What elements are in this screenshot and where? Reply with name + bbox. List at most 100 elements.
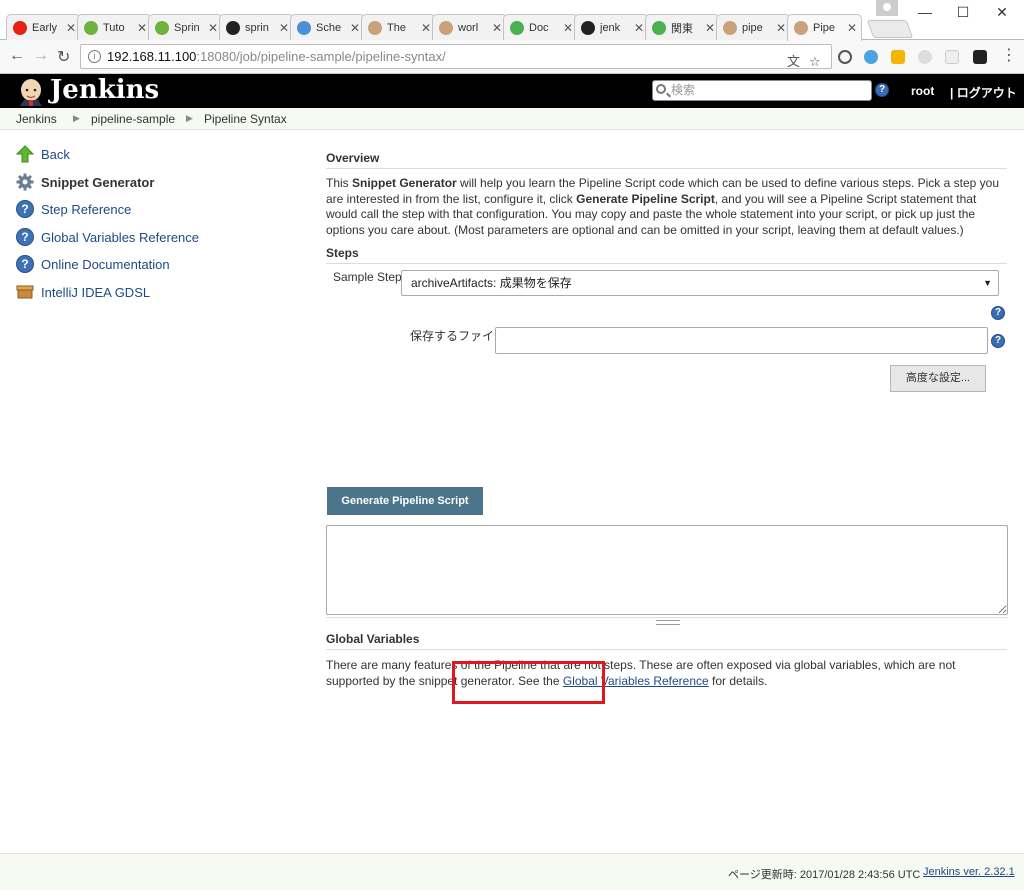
user-link[interactable]: root: [911, 84, 934, 98]
extension-sync-icon[interactable]: [838, 50, 852, 64]
dropdown-caret-icon: ▼: [983, 278, 992, 288]
browser-tabstrip: Early ✕ Tuto ✕ Sprin ✕ sprin ✕ Sche ✕ The ✕ worl ✕ Doc…: [0, 0, 1024, 41]
browser-tab[interactable]: pipe ✕: [716, 14, 791, 40]
resize-handle[interactable]: [326, 617, 1008, 625]
tab-close-icon[interactable]: ✕: [279, 21, 289, 35]
tab-label: Pipe: [813, 22, 836, 34]
help-icon[interactable]: ?: [991, 334, 1005, 348]
sidebar-item-online-documentation[interactable]: ? Online Documentation: [16, 254, 170, 274]
tab-label: Sprin: [174, 21, 200, 34]
browser-tab[interactable]: Doc ✕: [503, 14, 578, 40]
advanced-button[interactable]: 高度な設定...: [890, 365, 986, 392]
tab-close-icon[interactable]: ✕: [847, 21, 857, 35]
browser-tab[interactable]: worl ✕: [432, 14, 507, 40]
page-footer: ページ更新時: 2017/01/28 2:43:56 UTC Jenkins v…: [0, 853, 1024, 890]
browser-tab[interactable]: Early ✕: [6, 14, 81, 40]
extension-w-icon[interactable]: [891, 50, 905, 64]
profile-icon[interactable]: [876, 0, 898, 16]
address-bar[interactable]: i 192.168.11.100:18080/job/pipeline-samp…: [80, 44, 832, 69]
artifacts-input[interactable]: [495, 327, 988, 354]
steps-heading: Steps: [326, 246, 1007, 264]
browser-toolbar: ← → ↻ i 192.168.11.100:18080/job/pipelin…: [0, 40, 1024, 74]
tab-label: Early: [32, 21, 58, 34]
help-icon[interactable]: ?: [991, 306, 1005, 320]
tab-label: Sche: [316, 21, 342, 34]
overview-bold-snippet: Snippet Generator: [352, 176, 457, 190]
sidebar-item-label: Step Reference: [41, 201, 132, 217]
sidebar-item-back[interactable]: Back: [16, 144, 70, 164]
jenkins-header: Jenkins 検索: [0, 74, 1024, 108]
breadcrumb-jenkins[interactable]: Jenkins: [16, 112, 57, 126]
close-window-icon[interactable]: ✕: [992, 4, 1012, 21]
generate-pipeline-script-button[interactable]: Generate Pipeline Script: [327, 487, 483, 515]
back-arrow-icon[interactable]: ←: [9, 47, 25, 65]
help-icon: ?: [16, 228, 34, 246]
tab-close-icon[interactable]: ✕: [137, 21, 147, 35]
sidebar-item-intellij-gdsl[interactable]: IntelliJ IDEA GDSL: [16, 282, 150, 302]
jenkins-version-link[interactable]: Jenkins ver. 2.32.1: [923, 866, 1015, 878]
overview-bold-generate: Generate Pipeline Script: [576, 191, 715, 206]
tab-close-icon[interactable]: ✕: [421, 21, 431, 35]
sidebar-item-label: IntelliJ IDEA GDSL: [41, 284, 151, 300]
chevron-right-icon[interactable]: ▶: [73, 113, 80, 124]
sidebar-item-label: Global Variables Reference: [41, 229, 200, 245]
sidebar-item-step-reference[interactable]: ? Step Reference: [16, 199, 131, 219]
sidebar-item-label: Online Documentation: [41, 256, 170, 272]
help-icon: ?: [16, 200, 34, 218]
overview-text-part: This: [326, 176, 353, 190]
tab-close-icon[interactable]: ✕: [705, 21, 715, 35]
browser-tab[interactable]: 関東 ✕: [645, 14, 720, 40]
browser-tab[interactable]: Pipe ✕: [787, 14, 862, 41]
breadcrumb-pipeline-syntax[interactable]: Pipeline Syntax: [204, 112, 287, 126]
tab-close-icon[interactable]: ✕: [208, 21, 218, 35]
info-icon[interactable]: i: [88, 50, 101, 63]
browser-tab[interactable]: Tuto ✕: [77, 14, 152, 40]
browser-tab[interactable]: jenk ✕: [574, 14, 649, 40]
minimize-icon[interactable]: —: [915, 4, 935, 20]
tab-label: The: [387, 21, 406, 34]
tab-label: jenk: [600, 21, 621, 34]
extension-arrow-icon[interactable]: [945, 50, 959, 64]
sidebar-item-snippet-generator[interactable]: Snippet Generator: [16, 172, 154, 192]
extension-dark-icon[interactable]: [973, 50, 987, 64]
logout-link[interactable]: | ログアウト: [950, 84, 1017, 101]
sidebar-item-label: Snippet Generator: [41, 174, 155, 190]
help-icon[interactable]: ?: [875, 83, 889, 97]
sample-step-select[interactable]: archiveArtifacts: 成果物を保存 ▼: [401, 270, 999, 296]
tab-close-icon[interactable]: ✕: [776, 21, 786, 35]
extension-leaf-icon[interactable]: [918, 50, 932, 64]
sidebar-item-global-variables-reference[interactable]: ? Global Variables Reference: [16, 227, 199, 247]
browser-tab[interactable]: sprin ✕: [219, 14, 294, 40]
chevron-right-icon[interactable]: ▶: [186, 113, 193, 124]
maximize-icon[interactable]: ☐: [953, 4, 973, 21]
tab-close-icon[interactable]: ✕: [350, 21, 360, 35]
translate-icon[interactable]: 文: [787, 50, 800, 73]
browser-tab[interactable]: Sche ✕: [290, 14, 365, 40]
global-variables-text-part: for details.: [708, 673, 768, 688]
extension-bird-icon[interactable]: [864, 50, 878, 64]
tab-favicon-icon: [297, 20, 311, 35]
generated-script-output[interactable]: [326, 525, 1008, 615]
forward-arrow-icon[interactable]: →: [33, 47, 49, 65]
breadcrumb-pipeline-sample[interactable]: pipeline-sample: [91, 112, 175, 126]
tab-close-icon[interactable]: ✕: [563, 21, 573, 35]
bookmark-star-icon[interactable]: ☆: [809, 50, 821, 73]
artifacts-field-label: 保存するファイル: [410, 329, 507, 343]
tab-close-icon[interactable]: ✕: [492, 21, 502, 35]
jenkins-title[interactable]: Jenkins: [50, 75, 159, 105]
tab-label: 関東: [671, 22, 693, 35]
browser-tab[interactable]: Sprin ✕: [148, 14, 223, 40]
tab-label: Doc: [529, 21, 549, 34]
menu-icon[interactable]: ⋮: [1001, 45, 1017, 65]
jenkins-logo[interactable]: [16, 77, 46, 106]
search-input[interactable]: 検索: [652, 80, 872, 101]
package-icon: [16, 283, 34, 301]
browser-tab[interactable]: The ✕: [361, 14, 436, 40]
new-tab-button[interactable]: [866, 20, 914, 38]
reload-icon[interactable]: ↻: [57, 47, 70, 67]
tab-close-icon[interactable]: ✕: [66, 21, 76, 35]
tab-favicon-icon: [510, 20, 524, 35]
tab-close-icon[interactable]: ✕: [634, 21, 644, 35]
tab-label: pipe: [742, 21, 763, 34]
global-variables-heading: Global Variables: [326, 632, 1007, 650]
